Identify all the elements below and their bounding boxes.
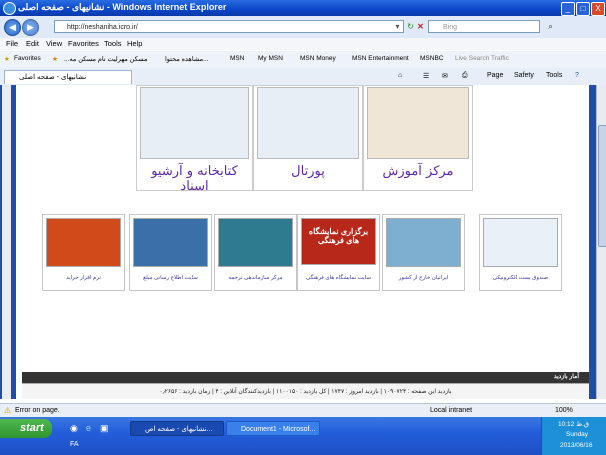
star-icon: ★ (4, 56, 10, 63)
help-icon[interactable]: ? (575, 72, 579, 79)
training-caption: مرکز آموزش (382, 164, 454, 179)
card-exhibitions[interactable]: برگزاری نمایشگاه های فرهنگی سایت نمایشگا… (297, 214, 380, 291)
vertical-scrollbar[interactable] (596, 85, 606, 399)
page-menu[interactable]: Page (487, 72, 503, 79)
portal-caption: پورتال (291, 164, 325, 179)
tab-current[interactable]: نشانیهای - صفحه اصلی (4, 70, 132, 84)
stats-line: بازدید این صفحه : ۱۰۹۰۷۲۴ | بازدید امروز… (22, 383, 589, 399)
maximize-button[interactable]: □ (576, 2, 590, 16)
address-dropdown-icon[interactable]: ▾ (392, 21, 403, 32)
library-thumbnail (140, 87, 249, 159)
fav-item-msnbc[interactable]: MSNBC (420, 55, 443, 62)
feeds-icon[interactable]: ☰ (423, 72, 429, 80)
card-newspapers[interactable]: نرم افزار جراید (42, 214, 125, 291)
fav-item-msn-money[interactable]: MSN Money (300, 55, 336, 62)
task-ie-label: نشانیهای - صفحه اص... (145, 426, 213, 433)
menu-file[interactable]: File (6, 39, 18, 48)
portal-thumbnail (257, 87, 359, 159)
card-iranians-abroad-caption: ایرانیان خارج از کشور (398, 275, 449, 281)
fav-item-1[interactable]: ...مسکن مهرلیت نام مسکن مه (64, 55, 147, 63)
window-title: نشانیهای - صفحه اصلی - Windows Internet … (18, 2, 227, 12)
favorites-bar: ★ Favorites ★ ...مسکن مهرلیت نام مسکن مه… (0, 51, 606, 69)
title-bar: نشانیهای - صفحه اصلی - Windows Internet … (0, 0, 606, 16)
quicklaunch-chrome-icon[interactable]: ◉ (70, 423, 78, 434)
training-thumbnail (367, 87, 469, 159)
menu-edit[interactable]: Edit (26, 39, 39, 48)
address-input[interactable]: http://neshaniha.icro.ir/ (54, 20, 404, 33)
card-iranians-abroad[interactable]: ایرانیان خارج از کشور (382, 214, 465, 291)
taskbar: start ◉ e ▣ نشانیهای - صفحه اص... Docume… (0, 417, 606, 455)
zoom-level[interactable]: 100% (555, 407, 573, 414)
exhibitions-banner: برگزاری نمایشگاه های فرهنگی (301, 218, 376, 265)
quicklaunch-ie-icon[interactable]: e (86, 423, 91, 433)
clock-date: 2013/06/16 (560, 442, 593, 449)
left-page-edge (2, 85, 11, 399)
quicklaunch-desktop-icon[interactable]: ▣ (100, 423, 109, 434)
search-icon[interactable]: ⌕ (545, 21, 556, 32)
card-info-site-caption: سایت اطلاع رسانی مبلغ (143, 275, 198, 281)
task-word[interactable]: Document1 - Microsof... (226, 421, 320, 436)
library-link[interactable]: کتابخانه و آرشیو اسناد (136, 85, 253, 194)
safety-menu[interactable]: Safety (514, 72, 534, 79)
scrollbar-thumb[interactable] (598, 125, 606, 247)
library-caption: کتابخانه و آرشیو اسناد (151, 164, 238, 194)
menu-bar: File Edit View Favorites Tools Help (0, 38, 606, 50)
web-page: کتابخانه و آرشیو اسناد پورتال مرکز آموزش… (16, 85, 589, 399)
ie-icon (3, 2, 16, 15)
card-email-caption: صندوق پست الکترونیکی (492, 275, 549, 281)
card-translation-caption: مرکز سازماندهی ترجمه (228, 275, 283, 281)
card-translation[interactable]: مرکز سازماندهی ترجمه (214, 214, 297, 291)
newspapers-image (46, 218, 121, 267)
card-newspapers-caption: نرم افزار جراید (66, 275, 101, 281)
task-word-label: Document1 - Microsof... (241, 426, 316, 433)
warning-icon[interactable]: ⚠ (4, 406, 11, 415)
system-tray: ق.ظ 10:12 Sunday 2013/06/16 (541, 417, 606, 455)
card-info-site[interactable]: سایت اطلاع رسانی مبلغ (129, 214, 212, 291)
browser-viewport: کتابخانه و آرشیو اسناد پورتال مرکز آموزش… (0, 85, 606, 399)
search-input[interactable]: Bing (428, 20, 540, 33)
forward-icon[interactable]: ▶ (22, 19, 39, 36)
start-label: start (20, 422, 44, 434)
fav-item-msn[interactable]: MSN (230, 55, 244, 62)
task-ie[interactable]: نشانیهای - صفحه اص... (130, 421, 224, 436)
fav-item-msn-entertainment[interactable]: MSN Entertainment (352, 55, 409, 62)
print-icon[interactable]: ⎙ (462, 72, 468, 80)
training-link[interactable]: مرکز آموزش (363, 85, 473, 191)
clock-time[interactable]: ق.ظ 10:12 (558, 420, 589, 428)
iranians-abroad-image (386, 218, 461, 267)
card-email[interactable]: صندوق پست الکترونیکی (479, 214, 562, 291)
menu-view[interactable]: View (46, 39, 62, 48)
close-button[interactable]: X (591, 2, 605, 16)
menu-tools[interactable]: Tools (104, 39, 122, 48)
info-site-image (133, 218, 208, 267)
clock-day: Sunday (566, 431, 589, 438)
menu-favorites[interactable]: Favorites (68, 39, 99, 48)
menu-help[interactable]: Help (127, 39, 142, 48)
mail-icon[interactable]: ✉ (442, 72, 448, 80)
card-exhibitions-caption: سایت نمایشگاه های فرهنگی (306, 275, 371, 281)
fav-item-my-msn[interactable]: My MSN (258, 55, 283, 62)
stop-icon[interactable]: ✕ (415, 21, 426, 32)
status-bar: ⚠ Error on page. Local intranet 100% (0, 403, 606, 418)
translation-image (218, 218, 293, 267)
language-indicator[interactable]: FA (70, 441, 79, 448)
favorites-button[interactable]: Favorites (14, 55, 41, 62)
tab-title: نشانیهای - صفحه اصلی (19, 74, 87, 81)
fav-item-2[interactable]: مشاهده محتوا... (165, 55, 209, 63)
minimize-button[interactable]: _ (561, 2, 575, 16)
email-image (483, 218, 558, 267)
portal-link[interactable]: پورتال (253, 85, 363, 191)
tab-row: نشانیهای - صفحه اصلی ⌂ ☰ ✉ ⎙ Page Safety… (0, 68, 606, 86)
fav-item-live-search[interactable]: Live Search Traffic (455, 55, 509, 62)
back-icon[interactable]: ◀ (4, 19, 21, 36)
stats-header: آمار بازدید (22, 372, 589, 383)
zone-text: Local intranet (430, 407, 473, 414)
start-button[interactable]: start (0, 419, 52, 438)
home-icon[interactable]: ⌂ (398, 72, 402, 79)
address-toolbar: ◀ ▶ http://neshaniha.icro.ir/ ▾ ↻ ✕ Bing… (0, 16, 606, 38)
tools-menu[interactable]: Tools (546, 72, 562, 79)
status-text[interactable]: Error on page. (15, 407, 60, 414)
add-favorite-icon[interactable]: ★ (52, 55, 58, 63)
